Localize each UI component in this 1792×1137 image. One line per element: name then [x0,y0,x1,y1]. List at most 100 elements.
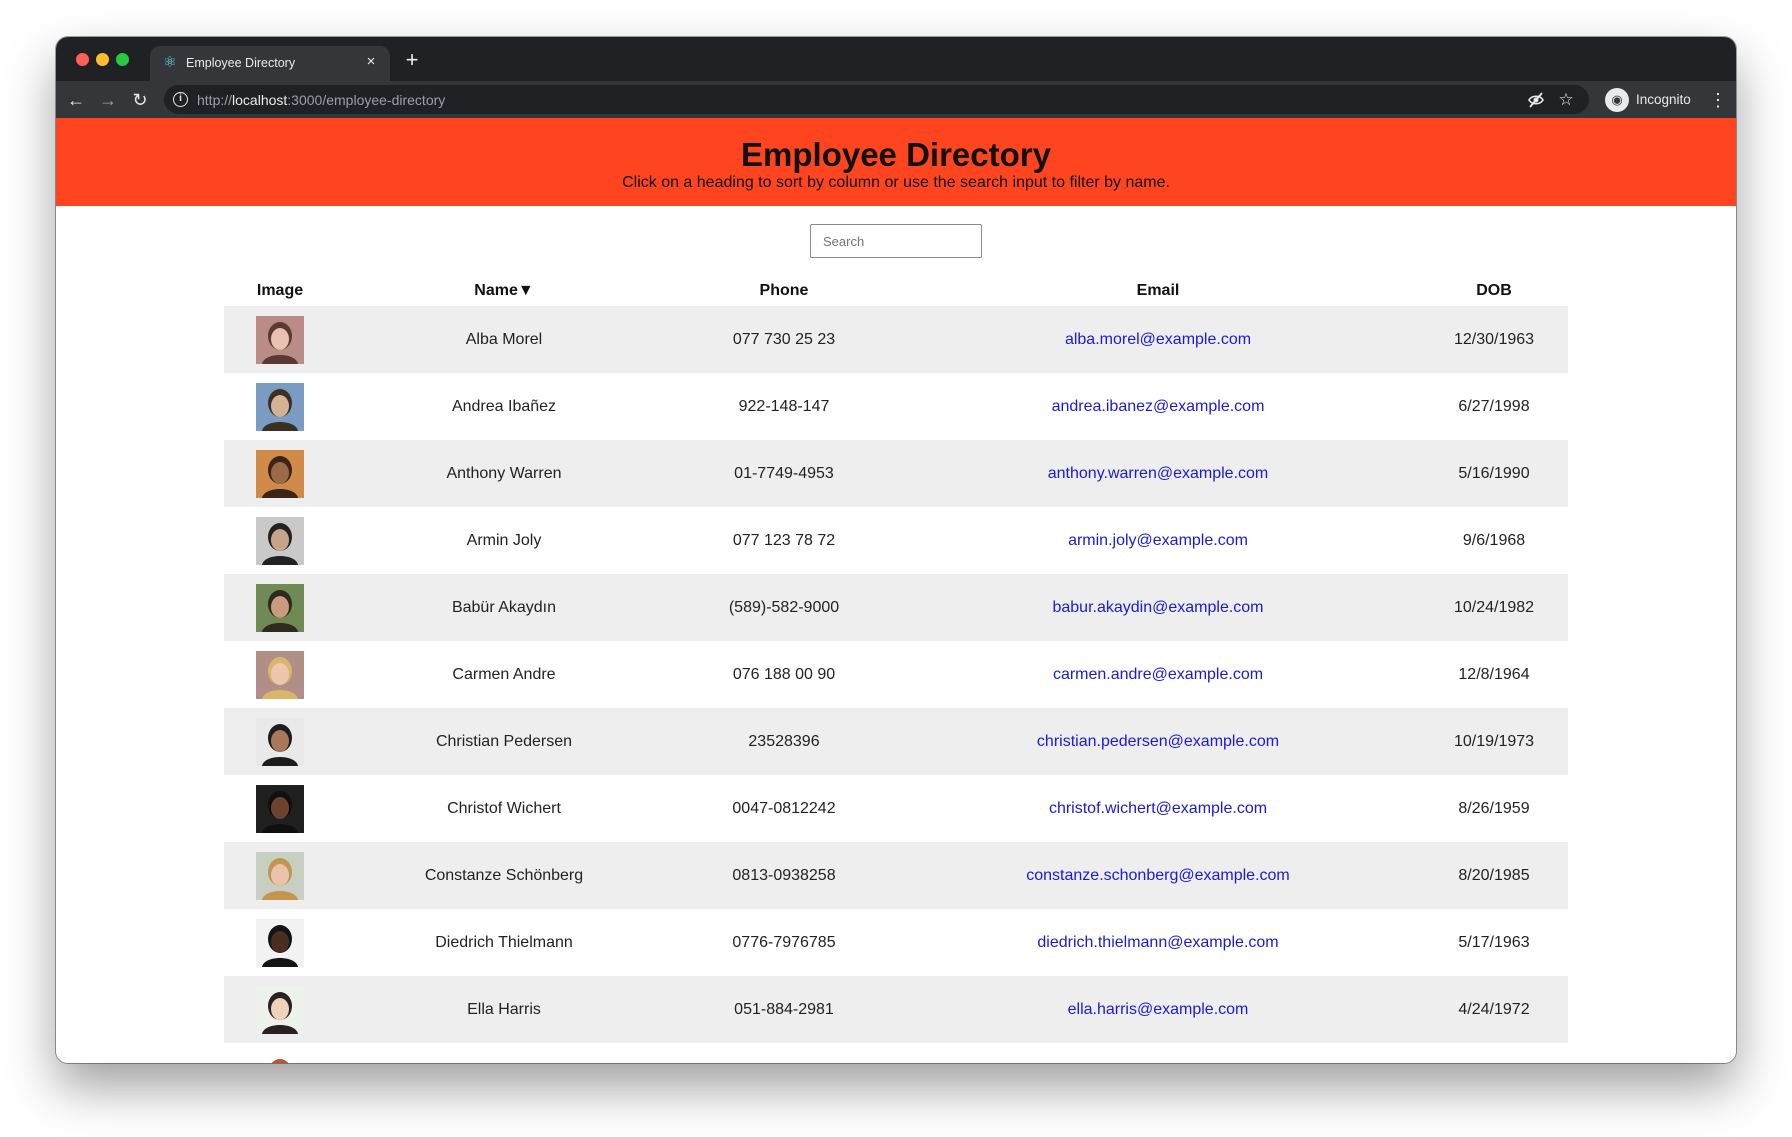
column-header-email[interactable]: Email [896,268,1420,306]
dob-cell: 9/6/1968 [1462,531,1526,549]
email-link[interactable]: christof.wichert@example.com [1049,800,1267,817]
name-cell: Carmen Andre [452,665,556,683]
email-cell: babur.akaydin@example.com [896,574,1420,641]
employee-photo [256,985,304,1034]
minimize-window-button[interactable] [96,53,109,66]
email-cell: carmen.andre@example.com [896,641,1420,708]
email-cell: christian.pedersen@example.com [896,708,1420,775]
eye-off-icon[interactable] [1525,89,1547,111]
image-cell [224,842,336,909]
url-path: :3000/employee-directory [287,92,446,108]
page-title: Employee Directory [741,136,1051,173]
close-window-button[interactable] [76,53,89,66]
dob-cell: 12/8/1964 [1458,665,1530,683]
phone-cell: 01-7749-4953 [672,440,896,507]
reload-icon[interactable]: ↻ [128,88,152,112]
dob-cell [1420,1043,1568,1063]
table-row: Carmen Andre 076 188 00 90 carmen.andre@ex… [224,641,1568,708]
email-cell: diedrich.thielmann@example.com [896,909,1420,976]
dob-cell: 10/24/1982 [1420,574,1568,641]
phone-cell: 922-148-147 [738,397,830,415]
table-row: Christof Wichert 0047-0812242 christof.wic… [224,775,1568,842]
phone-cell [672,1043,896,1063]
back-arrow-icon[interactable]: ← [64,88,88,112]
profile-label: Incognito [1636,92,1691,107]
table-row: Babür Akaydın (589)-582-9000 babur.akaydin… [224,574,1568,641]
employee-table: Image Name▼ Phone Email DOB Alba Morel 07… [224,268,1568,1063]
name-cell: Diedrich Thielmann [435,933,573,951]
employee-photo [256,1052,304,1063]
image-cell [224,507,336,574]
column-header-image[interactable]: Image [224,268,336,306]
email-link[interactable]: alba.morel@example.com [1065,331,1251,348]
email-link[interactable]: christian.pedersen@example.com [1037,733,1279,750]
column-header-dob[interactable]: DOB [1420,268,1568,306]
column-header-name[interactable]: Name▼ [336,268,672,306]
tab-title: Employee Directory [186,56,296,70]
phone-cell: 23528396 [672,708,896,775]
url-host: localhost [232,92,288,108]
name-cell: Christof Wichert [447,799,561,817]
bookmark-star-icon[interactable]: ☆ [1555,89,1577,111]
new-tab-icon[interactable]: + [400,49,424,73]
image-cell [224,440,336,507]
employee-photo [256,784,304,833]
page-subtitle: Click on a heading to sort by column or … [622,174,1170,191]
employee-photo [256,851,304,900]
name-cell: Armin Joly [466,531,542,549]
email-link[interactable]: anthony.warren@example.com [1048,465,1269,482]
browser-toolbar: ← → ↻ i http://localhost:3000/employee-d… [56,81,1736,118]
page-content: Employee Directory Click on a heading to… [56,118,1736,1063]
tab-employee-directory[interactable]: ⚛ Employee Directory × [150,46,390,81]
profile-button[interactable]: ◉ Incognito [1599,87,1709,113]
email-link[interactable]: constanze.schonberg@example.com [1026,867,1290,884]
email-link[interactable]: andrea.ibanez@example.com [1052,398,1265,415]
employee-photo [256,717,304,766]
forward-arrow-icon[interactable]: → [96,88,120,112]
table-row: Andrea Ibañez 922-148-147 andrea.ibanez@ex… [224,373,1568,440]
name-cell: Ella Harris [336,976,672,1043]
phone-cell: 051-884-2981 [672,976,896,1043]
name-cell: Alba Morel [336,306,672,373]
image-cell [224,641,336,708]
phone-cell: 0047-0812242 [732,799,836,817]
image-cell [224,1043,336,1063]
email-cell: christof.wichert@example.com [896,775,1420,842]
email-link[interactable]: ella.harris@example.com [1068,1001,1249,1018]
phone-cell: 077 730 25 23 [672,306,896,373]
column-header-phone[interactable]: Phone [672,268,896,306]
employee-photo [256,449,304,498]
email-cell: andrea.ibanez@example.com [896,373,1420,440]
employee-photo [256,650,304,699]
search-input[interactable] [810,224,982,258]
table-row: Anthony Warren 01-7749-4953 anthony.warren… [224,440,1568,507]
tab-close-icon[interactable]: × [362,53,380,71]
site-info-icon[interactable]: i [173,92,188,107]
zoom-window-button[interactable] [116,53,129,66]
address-bar[interactable]: i http://localhost:3000/employee-directo… [164,85,1589,114]
email-link[interactable]: babur.akaydin@example.com [1052,599,1263,616]
dob-cell: 4/24/1972 [1420,976,1568,1043]
dob-cell: 5/17/1963 [1458,933,1530,951]
table-row: Ella Harris 051-884-2981 ella.harris@examp… [224,976,1568,1043]
employee-photo [256,918,304,967]
employee-photo [256,382,304,431]
browser-window: ⚛ Employee Directory × + ← → ↻ i http://… [56,37,1736,1063]
url-text[interactable]: http://localhost:3000/employee-directory [197,92,445,108]
employee-photo [256,315,304,364]
image-cell [224,708,336,775]
image-cell [224,306,336,373]
table-header-row: Image Name▼ Phone Email DOB [224,268,1568,306]
image-cell [224,373,336,440]
table-row: Diedrich Thielmann 0776-7976785 diedrich.t… [224,909,1568,976]
email-link[interactable]: diedrich.thielmann@example.com [1037,934,1278,951]
image-cell [224,976,336,1043]
email-link[interactable]: carmen.andre@example.com [1053,666,1263,683]
email-cell: alba.morel@example.com [896,306,1420,373]
dob-cell: 10/19/1973 [1420,708,1568,775]
email-link[interactable]: armin.joly@example.com [1068,532,1248,549]
phone-cell: 0813-0938258 [672,842,896,909]
more-menu-icon[interactable]: ⋮ [1706,88,1730,112]
url-scheme: http:// [197,92,233,108]
image-cell [224,775,336,842]
